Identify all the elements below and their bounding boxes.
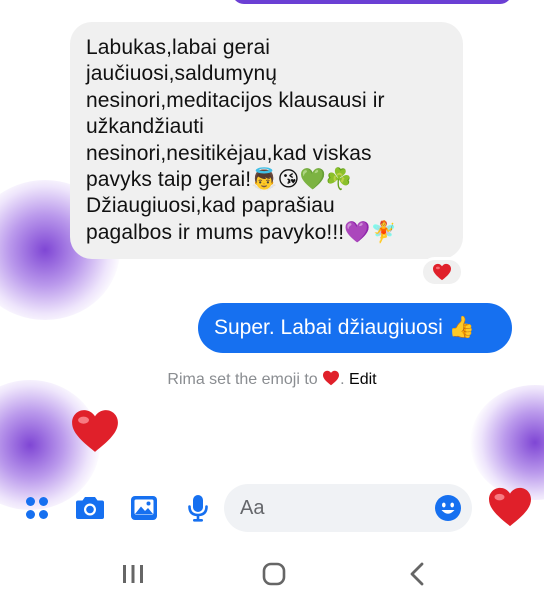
sent-heart-emoji[interactable] [70, 408, 120, 459]
system-event-text: Rima set the emoji to [167, 371, 318, 388]
message-composer: Aa [0, 484, 544, 532]
message-input[interactable]: Aa [224, 484, 472, 532]
message-input-placeholder: Aa [240, 496, 265, 519]
outgoing-message-text: Super. Labai džiaugiuosi [214, 316, 443, 339]
edit-emoji-link[interactable]: Edit [349, 371, 377, 388]
microphone-icon [188, 495, 208, 522]
thumbs-up-emoji: 👍 [448, 316, 475, 339]
heart-send-icon [489, 487, 531, 527]
system-event-notice: Rima set the emoji to . Edit [0, 370, 544, 389]
camera-icon [76, 497, 104, 519]
recents-icon [123, 565, 143, 583]
messenger-chat-screen: Labukas,labai gerai jaučiuosi,saldumynų … [0, 0, 544, 600]
android-navigation-bar [0, 548, 544, 600]
incoming-message-bubble[interactable]: Labukas,labai gerai jaučiuosi,saldumynų … [70, 22, 463, 259]
system-event-period: . [340, 371, 345, 388]
back-button[interactable] [404, 558, 430, 590]
apps-icon [26, 497, 48, 519]
outgoing-message-bubble[interactable]: Super. Labai džiaugiuosi 👍 [198, 303, 512, 353]
camera-button[interactable] [72, 484, 108, 532]
blurred-avatar [470, 385, 544, 500]
apps-button[interactable] [20, 484, 54, 532]
large-heart-icon [72, 410, 118, 452]
heart-reaction-icon [433, 263, 451, 281]
send-heart-button[interactable] [487, 486, 533, 533]
emoji-icon[interactable] [434, 494, 462, 522]
heart-emoji-icon [323, 370, 340, 386]
back-icon [410, 562, 424, 586]
gallery-icon [131, 496, 157, 520]
recents-button[interactable] [118, 558, 148, 590]
home-button[interactable] [259, 558, 289, 590]
previous-outgoing-message[interactable] [232, 0, 512, 4]
gallery-button[interactable] [126, 484, 162, 532]
message-reaction-badge[interactable] [420, 257, 464, 287]
voice-message-button[interactable] [183, 484, 213, 532]
home-icon [262, 562, 286, 586]
